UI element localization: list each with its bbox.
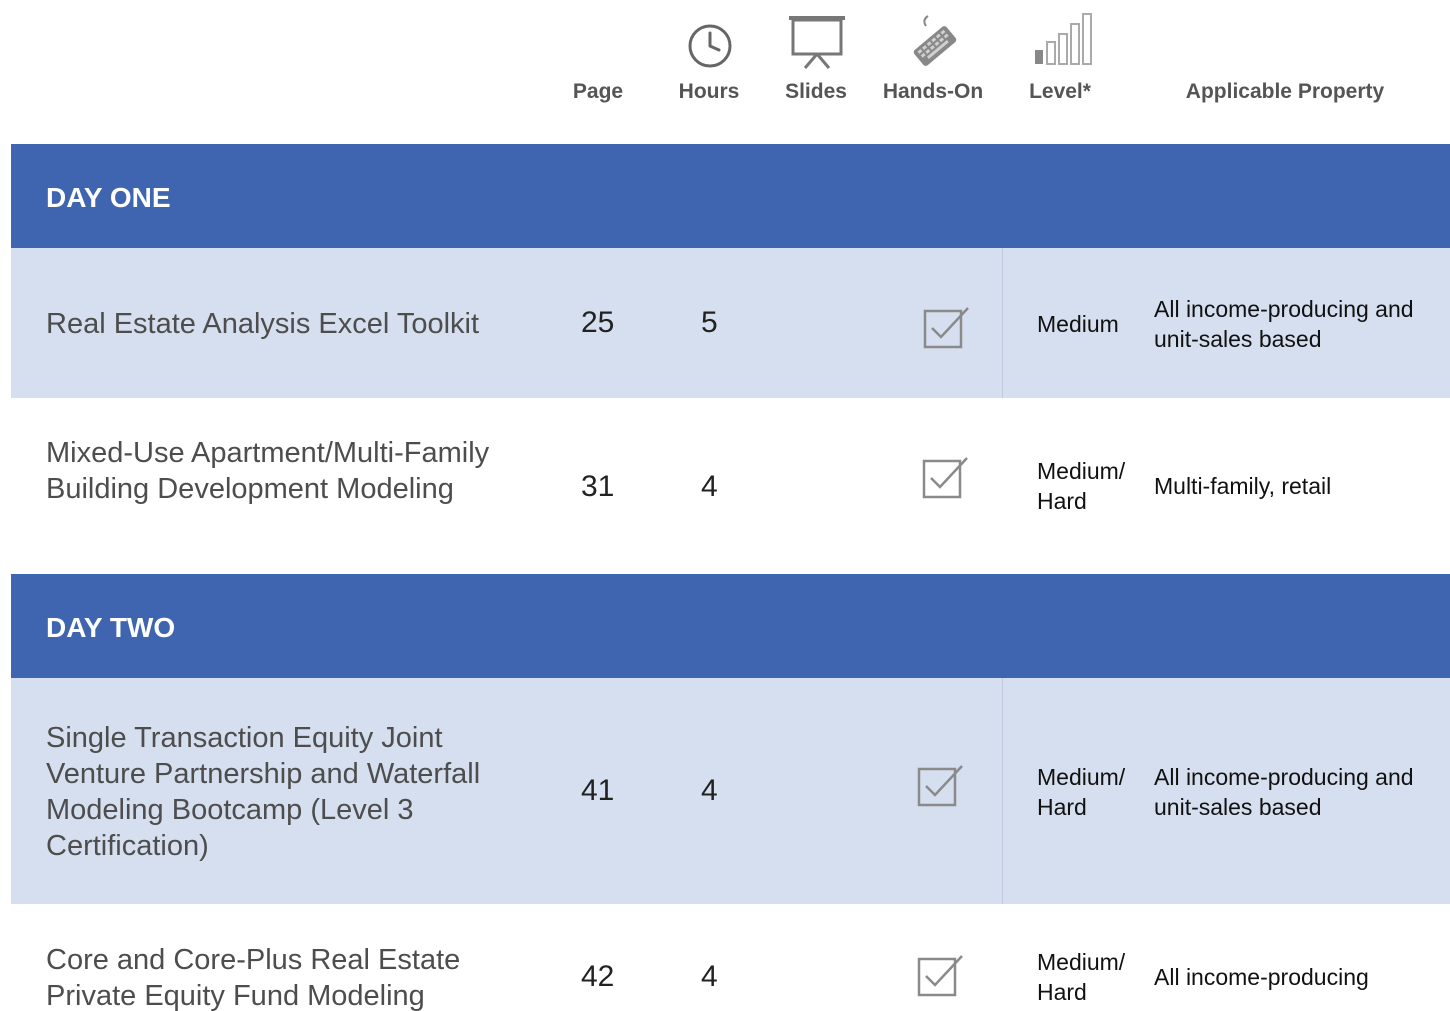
handson-column-header: Hands-On bbox=[882, 80, 984, 103]
hours-value: 4 bbox=[701, 774, 718, 807]
signal-bars-icon bbox=[1035, 13, 1092, 65]
table-row: Mixed-Use Apartment/Multi-Family Buildin… bbox=[11, 398, 1450, 574]
page-number: 25 bbox=[581, 306, 615, 339]
level-value: Medium/ Hard bbox=[1037, 949, 1126, 1005]
property-value: All income-producing and unit-sales base… bbox=[1154, 764, 1414, 820]
day-two-band: DAY TWO bbox=[11, 574, 1450, 678]
property-value: Multi-family, retail bbox=[1154, 473, 1332, 499]
property-value: All income-producing and unit-sales base… bbox=[1154, 296, 1414, 352]
table-row: Core and Core-Plus Real Estate Private E… bbox=[11, 904, 1450, 1011]
hands-on-check-icon bbox=[922, 457, 968, 499]
presentation-screen-icon bbox=[789, 16, 845, 69]
hours-value: 5 bbox=[701, 306, 718, 339]
hands-on-check-icon bbox=[917, 955, 963, 997]
hours-value: 4 bbox=[701, 960, 718, 993]
column-divider bbox=[1002, 248, 1003, 398]
hands-on-check-icon bbox=[917, 765, 963, 807]
level-value: Medium/ Hard bbox=[1037, 458, 1126, 514]
level-column-header: Level* bbox=[1029, 80, 1091, 103]
page-number: 41 bbox=[581, 774, 615, 807]
level-value: Medium/ Hard bbox=[1037, 764, 1126, 820]
course-title: Single Transaction Equity Joint Venture … bbox=[46, 722, 481, 862]
course-title: Mixed-Use Apartment/Multi-Family Buildin… bbox=[46, 437, 490, 505]
table-row: Single Transaction Equity Joint Venture … bbox=[11, 678, 1450, 904]
level-value: Medium bbox=[1037, 311, 1119, 337]
table-row: Real Estate Analysis Excel Toolkit 25 5 … bbox=[11, 248, 1450, 398]
day-one-title: DAY ONE bbox=[46, 182, 171, 213]
hours-value: 4 bbox=[701, 470, 718, 503]
day-two-title: DAY TWO bbox=[46, 612, 176, 643]
day-one-band: DAY ONE bbox=[11, 144, 1450, 248]
keyboard-icon bbox=[913, 15, 957, 66]
slides-column-header: Slides bbox=[785, 80, 847, 103]
clock-icon bbox=[688, 24, 732, 68]
page-number: 42 bbox=[581, 960, 615, 993]
page-number: 31 bbox=[581, 470, 615, 503]
property-value: All income-producing bbox=[1154, 964, 1369, 990]
page-column-header: Page bbox=[572, 80, 624, 103]
property-column-header: Applicable Property bbox=[1185, 80, 1385, 103]
column-divider bbox=[1002, 678, 1003, 904]
course-title: Real Estate Analysis Excel Toolkit bbox=[46, 308, 480, 340]
hours-column-header: Hours bbox=[678, 80, 740, 103]
hands-on-check-icon bbox=[923, 307, 969, 349]
course-title: Core and Core-Plus Real Estate Private E… bbox=[46, 944, 461, 1011]
